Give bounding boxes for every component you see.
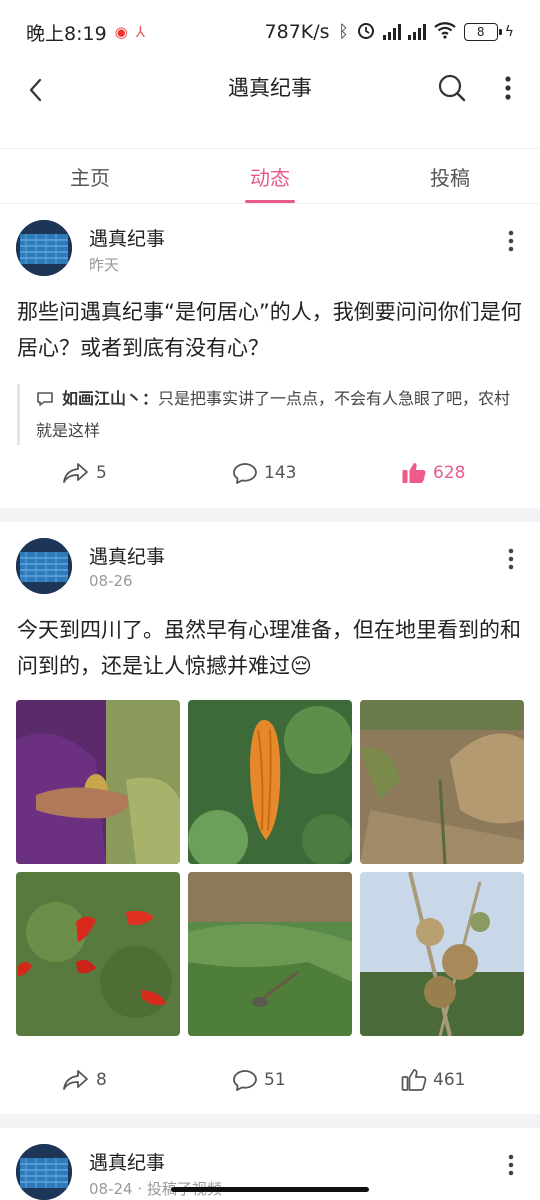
- more-vertical-icon: [505, 76, 511, 100]
- share-button[interactable]: 8: [62, 1068, 107, 1092]
- post-date: 昨天: [89, 256, 120, 274]
- signal-icon: [382, 24, 401, 40]
- signal-icon-2: [407, 24, 426, 40]
- quoted-comment[interactable]: 如画江山丶：只是把事实讲了一点点，不会有人急眼了吧，农村就是这样: [17, 384, 523, 445]
- notification-app-icon: ◉: [114, 23, 128, 41]
- post-date: 08-26: [89, 572, 133, 590]
- alarm-icon: [356, 20, 376, 45]
- like-button[interactable]: 628: [401, 461, 465, 485]
- photo-grid: [16, 700, 524, 1036]
- like-count: 628: [433, 463, 466, 483]
- photo-bitter-melon[interactable]: [188, 700, 352, 864]
- status-bar: 晚上8:19 ◉ ⅄ 787K/s ᛒ 8 ϟ: [0, 0, 540, 64]
- avatar[interactable]: [16, 1144, 72, 1200]
- profile-tabs: 主页 动态 投稿: [0, 148, 540, 204]
- comment-icon: [233, 463, 257, 484]
- more-options-button[interactable]: [490, 68, 526, 108]
- comment-icon: [233, 1070, 257, 1091]
- avatar[interactable]: [16, 538, 72, 594]
- comment-count: 51: [264, 1070, 286, 1090]
- charging-icon: ϟ: [504, 24, 514, 40]
- top-header: 遇真纪事: [0, 64, 540, 148]
- post-more-button[interactable]: [496, 224, 526, 258]
- photo-dry-field[interactable]: [360, 700, 524, 864]
- wifi-icon: [433, 21, 457, 44]
- post-more-button[interactable]: [496, 1148, 526, 1182]
- tab-contributions[interactable]: 投稿: [360, 149, 540, 203]
- more-vertical-icon: [508, 230, 514, 252]
- home-indicator[interactable]: [171, 1187, 369, 1192]
- thumbs-up-icon: [401, 1069, 427, 1091]
- post-actions: 8 51 461: [0, 1068, 540, 1098]
- like-button[interactable]: 461: [401, 1068, 465, 1092]
- post-author[interactable]: 遇真纪事: [89, 1148, 165, 1175]
- search-icon: [438, 74, 466, 102]
- share-icon: [63, 463, 88, 483]
- comment-button[interactable]: 51: [232, 1068, 286, 1092]
- feed: 遇真纪事 昨天 那些问遇真纪事“是何居心”的人，我倒要问问你们是何居心？或者到底…: [0, 204, 540, 1200]
- avatar[interactable]: [16, 220, 72, 276]
- battery-level: 8: [476, 25, 485, 39]
- like-count: 461: [433, 1070, 466, 1090]
- comment-count: 143: [264, 463, 297, 483]
- post-more-button[interactable]: [496, 542, 526, 576]
- post-author[interactable]: 遇真纪事: [89, 224, 165, 251]
- status-time: 晚上8:19: [26, 22, 107, 45]
- post-text[interactable]: 那些问遇真纪事“是何居心”的人，我倒要问问你们是何居心？或者到底有没有心？: [17, 294, 523, 366]
- post-text-body: 今天到四川了。虽然早有心理准备，但在地里看到的和问到的，还是让人惊撼并难过: [17, 618, 521, 678]
- share-icon: [63, 1070, 88, 1090]
- photo-red-chilies[interactable]: [16, 872, 180, 1036]
- share-button[interactable]: 5: [62, 461, 107, 485]
- more-vertical-icon: [508, 1154, 514, 1176]
- photo-hands-corn[interactable]: [16, 700, 180, 864]
- battery-icon: 8: [463, 23, 502, 41]
- search-button[interactable]: [432, 68, 472, 108]
- feed-post[interactable]: 遇真纪事 昨天 那些问遇真纪事“是何居心”的人，我倒要问问你们是何居心？或者到底…: [0, 204, 540, 508]
- comment-button[interactable]: 143: [232, 461, 296, 485]
- post-divider: [0, 1114, 540, 1128]
- pensive-face-emoji: 😔: [290, 654, 312, 678]
- network-speed: 787K/s: [264, 21, 330, 43]
- tab-home[interactable]: 主页: [0, 149, 180, 203]
- bluetooth-icon: ᛒ: [338, 22, 349, 42]
- quote-username[interactable]: 如画江山丶：: [62, 389, 158, 408]
- thumbs-up-filled-icon: [402, 463, 426, 483]
- share-count: 5: [96, 463, 107, 483]
- tab-dynamics[interactable]: 动态: [180, 149, 360, 203]
- more-vertical-icon: [508, 548, 514, 570]
- photo-grass-hoe[interactable]: [188, 872, 352, 1036]
- post-divider: [0, 508, 540, 522]
- comment-icon: [36, 387, 54, 416]
- post-actions: 5 143 628: [0, 461, 540, 491]
- notification-app-icon-2: ⅄: [135, 23, 145, 41]
- photo-bean-poles[interactable]: [360, 872, 524, 1036]
- feed-post[interactable]: 遇真纪事 08-26 今天到四川了。虽然早有心理准备，但在地里看到的和问到的，还…: [0, 522, 540, 1114]
- post-text[interactable]: 今天到四川了。虽然早有心理准备，但在地里看到的和问到的，还是让人惊撼并难过😔: [17, 612, 523, 684]
- share-count: 8: [96, 1070, 107, 1090]
- post-author[interactable]: 遇真纪事: [89, 542, 165, 569]
